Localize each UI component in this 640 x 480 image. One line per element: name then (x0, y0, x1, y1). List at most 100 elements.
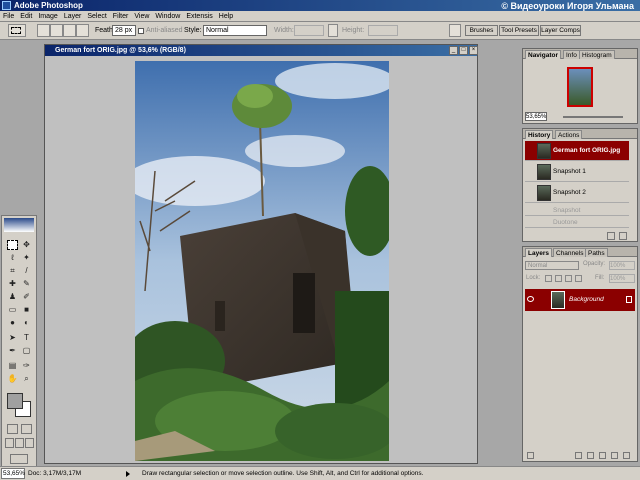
tab-histogram[interactable]: Histogram (579, 50, 615, 59)
snapshot-thumbnail (537, 164, 551, 180)
menu-window[interactable]: Window (152, 13, 183, 20)
screen-mode-full-icon[interactable] (25, 438, 34, 448)
snapshot-thumbnail (537, 143, 551, 159)
palette-well-layer-comps[interactable]: Layer Comps (540, 25, 581, 36)
status-zoom-field[interactable]: 53,65% (1, 468, 25, 479)
crop-tool[interactable]: ⌗ (7, 266, 18, 276)
path-selection-tool[interactable]: ➤ (7, 333, 18, 343)
layer-style-icon[interactable] (575, 452, 582, 459)
screen-mode-standard-icon[interactable] (5, 438, 14, 448)
layers-tabs: Layers Channels Paths (523, 247, 637, 257)
fill-field[interactable]: 100% (609, 274, 635, 283)
antialiased-checkbox[interactable] (138, 28, 144, 34)
history-snapshot-original[interactable]: German fort ORIG.jpg (525, 141, 629, 161)
menu-file[interactable]: File (0, 13, 17, 20)
foreground-color-swatch[interactable] (7, 393, 23, 409)
status-menu-arrow-icon[interactable] (126, 471, 130, 477)
history-state[interactable]: Duotone (525, 217, 629, 228)
tab-history[interactable]: History (525, 130, 554, 139)
menu-extensis[interactable]: Extensis (183, 13, 215, 20)
clone-stamp-tool[interactable]: ♟ (7, 292, 18, 302)
screen-mode-menu-icon[interactable] (15, 438, 24, 448)
hand-tool[interactable]: ✋ (7, 374, 18, 384)
width-field[interactable] (294, 25, 324, 36)
zoom-tool[interactable]: ⌕ (21, 374, 32, 384)
maximize-button[interactable]: □ (459, 46, 468, 55)
menu-bar: File Edit Image Layer Select Filter View Window… (0, 11, 640, 22)
shape-tool[interactable]: ▢ (21, 346, 32, 356)
gradient-tool[interactable]: ■ (21, 305, 32, 315)
menu-view[interactable]: View (131, 13, 152, 20)
subtract-selection-button[interactable] (63, 24, 76, 37)
rect-marquee-tool[interactable] (7, 240, 18, 250)
palette-well-tool-presets[interactable]: Tool Presets (499, 25, 539, 36)
tab-layers[interactable]: Layers (525, 248, 552, 257)
document-window[interactable]: German fort ORIG.jpg @ 53,6% (RGB/8) _ □… (44, 44, 478, 464)
eraser-tool[interactable]: ▭ (7, 305, 18, 315)
swap-dimensions-button[interactable] (328, 24, 338, 37)
tool-preset-picker[interactable] (8, 24, 26, 37)
minimize-button[interactable]: _ (449, 46, 458, 55)
history-brush-tool[interactable]: ✐ (21, 292, 32, 302)
pen-tool[interactable]: ✒ (7, 346, 18, 356)
menu-layer[interactable]: Layer (61, 13, 85, 20)
slice-tool[interactable]: / (21, 266, 32, 276)
add-selection-button[interactable] (50, 24, 63, 37)
type-tool[interactable]: T (21, 333, 32, 343)
palette-well-brushes[interactable]: Brushes (465, 25, 498, 36)
notes-tool[interactable]: ▤ (7, 361, 18, 371)
navigator-zoom-slider[interactable] (563, 116, 623, 118)
move-tool[interactable]: ✥ (21, 240, 32, 250)
feather-field[interactable]: 28 px (112, 25, 136, 36)
trash-icon[interactable] (623, 452, 630, 459)
close-button[interactable]: × (469, 46, 478, 55)
tab-actions[interactable]: Actions (555, 130, 583, 139)
blend-mode-select[interactable]: Normal (525, 261, 579, 270)
new-snapshot-icon[interactable] (607, 232, 615, 240)
lasso-tool[interactable]: ℓ (7, 253, 18, 263)
quick-mask-icon[interactable] (21, 424, 32, 434)
menu-select[interactable]: Select (84, 13, 109, 20)
history-snapshot-2[interactable]: Snapshot 2 (525, 183, 629, 203)
lock-image-icon[interactable] (555, 275, 562, 282)
adjustment-layer-icon[interactable] (599, 452, 606, 459)
menu-image[interactable]: Image (35, 13, 60, 20)
tab-channels[interactable]: Channels (553, 248, 587, 257)
opacity-field[interactable]: 100% (609, 261, 635, 270)
new-selection-button[interactable] (37, 24, 50, 37)
lock-transparent-icon[interactable] (545, 275, 552, 282)
menu-edit[interactable]: Edit (17, 13, 35, 20)
mask-icon[interactable] (587, 452, 594, 459)
magic-wand-tool[interactable]: ✦ (21, 253, 32, 263)
tab-info[interactable]: Info (563, 50, 580, 59)
tab-navigator[interactable]: Navigator (525, 50, 561, 59)
trash-icon[interactable] (619, 232, 627, 240)
document-title-bar[interactable]: German fort ORIG.jpg @ 53,6% (RGB/8) (45, 45, 477, 56)
lock-position-icon[interactable] (565, 275, 572, 282)
document-canvas[interactable] (135, 61, 389, 461)
dodge-tool[interactable]: ◐ (21, 318, 32, 328)
navigator-zoom-field[interactable]: 53,65% (525, 112, 547, 121)
standard-mode-icon[interactable] (7, 424, 18, 434)
jump-to-imageready-icon[interactable] (10, 454, 28, 464)
lock-all-icon[interactable] (575, 275, 582, 282)
blur-tool[interactable]: ● (7, 318, 18, 328)
eyedropper-tool[interactable]: ✑ (21, 361, 32, 371)
link-icon[interactable] (527, 452, 534, 459)
menu-filter[interactable]: Filter (110, 13, 132, 20)
brush-tool[interactable]: ✎ (21, 279, 32, 289)
intersect-selection-button[interactable] (76, 24, 89, 37)
file-browser-icon[interactable] (449, 24, 461, 37)
tab-paths[interactable]: Paths (585, 248, 608, 257)
history-state[interactable]: Snapshot (525, 205, 629, 216)
style-select[interactable]: Normal (203, 25, 267, 36)
adobe-online-icon[interactable] (4, 218, 34, 232)
height-field[interactable] (368, 25, 398, 36)
menu-help[interactable]: Help (216, 13, 236, 20)
layer-row-background[interactable]: Background (525, 289, 635, 311)
new-layer-icon[interactable] (611, 452, 618, 459)
eye-icon[interactable] (527, 296, 534, 302)
history-snapshot-1[interactable]: Snapshot 1 (525, 162, 629, 182)
navigator-preview[interactable] (567, 67, 593, 107)
healing-brush-tool[interactable]: ✚ (7, 279, 18, 289)
